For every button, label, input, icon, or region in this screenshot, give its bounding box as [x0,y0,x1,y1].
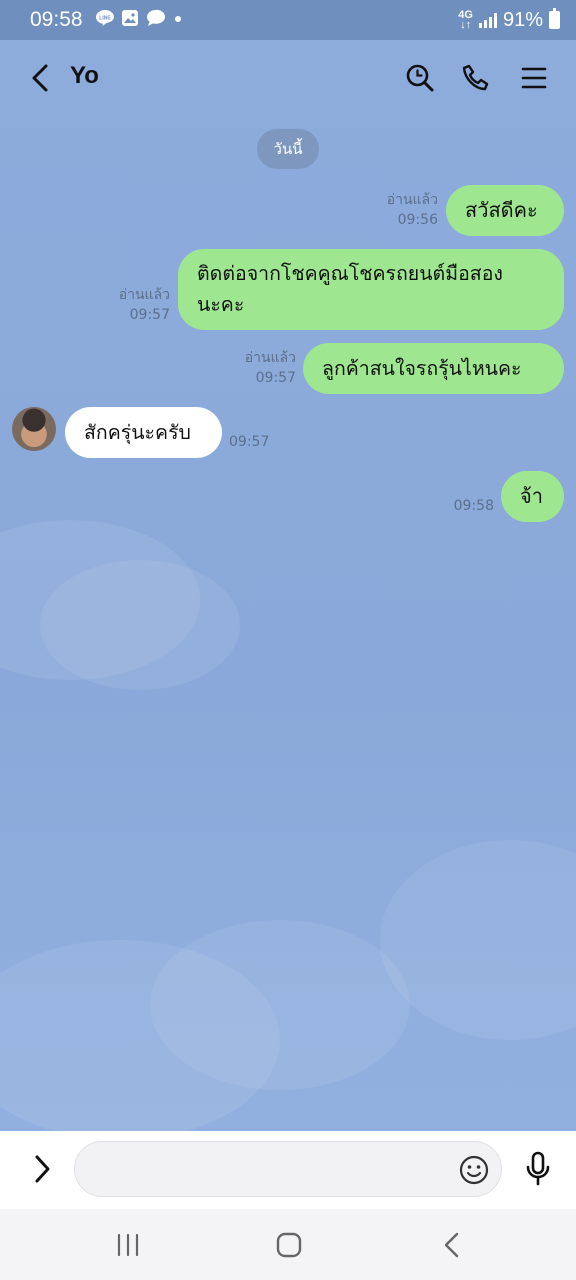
signal-icon [478,12,497,28]
status-bar: 09:58 LINE 4G ↓↑ 91% [0,0,576,40]
home-icon[interactable] [268,1225,310,1265]
message-text: สวัสดีคะ [465,198,538,222]
emoji-icon[interactable] [456,1152,492,1188]
chat-title: Yo [70,62,99,89]
network-icon: 4G ↓↑ [458,9,473,31]
message-time: 09:56 [397,212,438,228]
message-meta: 09:57 [229,432,289,452]
recent-apps-icon[interactable] [108,1227,148,1263]
message-text: ลูกค้าสนใจรถรุ้นไหนคะ [322,357,522,380]
back-nav-icon[interactable] [432,1227,472,1263]
chat-header: Yo [0,40,576,116]
read-receipt: อ่านแล้ว [244,350,296,366]
message-bubble-outgoing[interactable]: ติดต่อจากโชคคูณโชครถยนต์มือสอง นะคะ [178,249,564,330]
message-time: 09:57 [255,370,296,386]
message-meta: อ่านแล้ว 09:57 [218,348,296,388]
date-separator: วันนี้ [257,129,319,169]
chat-icon [145,8,167,33]
message-time: 09:58 [453,498,494,514]
read-receipt: อ่านแล้ว [118,287,170,303]
battery-icon [549,8,560,29]
message-input[interactable] [74,1141,502,1197]
message-input-bar [0,1131,576,1209]
expand-icon[interactable] [24,1151,60,1187]
status-right: 4G ↓↑ 91% [458,8,560,32]
notification-icons: LINE [95,8,183,33]
message-meta: อ่านแล้ว 09:56 [360,190,438,230]
message-bubble-outgoing[interactable]: ลูกค้าสนใจรถรุ้นไหนคะ [303,343,564,394]
message-bubble-outgoing[interactable]: จ้า [501,471,564,522]
microphone-icon[interactable] [518,1149,558,1189]
message-meta: 09:58 [440,496,494,516]
system-nav-bar [0,1209,576,1280]
message-time: 09:57 [129,307,170,323]
message-text: สักครุ่นะครับ [84,421,191,444]
message-text-line-2: นะคะ [197,293,245,316]
message-meta: อ่านแล้ว 09:57 [92,285,170,325]
dot-icon [173,11,183,29]
read-receipt: อ่านแล้ว [386,192,438,208]
image-icon [121,9,139,32]
phone-icon[interactable] [456,58,496,98]
battery-level: 91% [502,8,543,31]
line-icon: LINE [95,9,115,32]
svg-text:LINE: LINE [99,15,111,21]
avatar[interactable] [12,407,56,451]
search-icon[interactable] [400,58,440,98]
status-time: 09:58 [30,8,83,31]
message-time: 09:57 [229,434,270,450]
message-text-line-1: ติดต่อจากโชคคูณโชครถยนต์มือสอง [197,262,503,285]
message-text: จ้า [520,484,543,508]
menu-icon[interactable] [514,58,554,98]
back-icon[interactable] [22,60,58,96]
message-bubble-outgoing[interactable]: สวัสดีคะ [446,185,564,236]
message-bubble-incoming[interactable]: สักครุ่นะครับ [65,407,222,458]
